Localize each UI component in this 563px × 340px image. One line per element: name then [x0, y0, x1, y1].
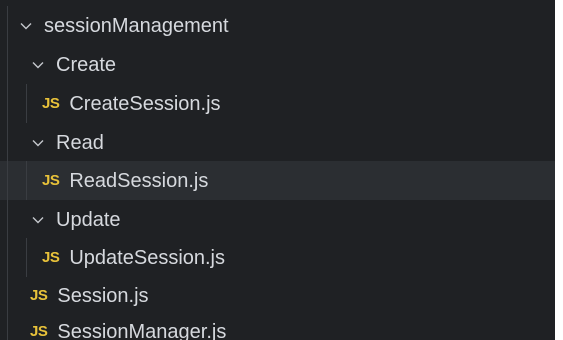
indent-guide: [7, 238, 8, 277]
tree-folder-create[interactable]: Create: [0, 45, 555, 84]
indent-guide: [26, 84, 27, 123]
javascript-file-icon: JS: [30, 287, 48, 304]
tree-item-label: CreateSession.js: [69, 92, 221, 115]
tree-folder-update[interactable]: Update: [0, 200, 555, 239]
tree-item-label: Session.js: [57, 284, 149, 307]
chevron-down-icon[interactable]: [28, 210, 48, 230]
tree-file-readsession[interactable]: JS ReadSession.js: [0, 161, 555, 200]
indent-guide: [7, 200, 8, 239]
tree-folder-read[interactable]: Read: [0, 123, 555, 162]
javascript-file-icon: JS: [30, 323, 48, 340]
tree-file-session[interactable]: JS Session.js: [0, 276, 555, 315]
indent-guide: [7, 276, 8, 315]
tree-folder-sessionmanagement[interactable]: sessionManagement: [0, 6, 555, 45]
tree-file-updatesession[interactable]: JS UpdateSession.js: [0, 238, 555, 277]
indent-guide: [26, 238, 27, 277]
tree-item-label: ReadSession.js: [69, 169, 209, 192]
indent-guide: [7, 123, 8, 162]
tree-item-label: SessionManager.js: [57, 320, 227, 340]
indent-guide: [7, 6, 8, 45]
indent-guide: [7, 312, 8, 340]
javascript-file-icon: JS: [42, 249, 60, 266]
tree-file-createsession[interactable]: JS CreateSession.js: [0, 84, 555, 123]
chevron-down-icon[interactable]: [28, 133, 48, 153]
tree-file-sessionmanager[interactable]: JS SessionManager.js: [0, 312, 555, 340]
tree-item-label: sessionManagement: [44, 14, 229, 37]
tree-item-label: Update: [56, 208, 121, 231]
javascript-file-icon: JS: [42, 95, 60, 112]
indent-guide: [7, 45, 8, 84]
chevron-down-icon[interactable]: [16, 16, 36, 36]
indent-guide: [26, 161, 27, 200]
tree-item-label: Create: [56, 53, 117, 76]
javascript-file-icon: JS: [42, 172, 60, 189]
tree-item-label: Read: [56, 131, 104, 154]
file-explorer-panel: sessionManagement Create JS CreateSessio…: [0, 0, 555, 340]
indent-guide: [7, 84, 8, 123]
chevron-down-icon[interactable]: [28, 55, 48, 75]
indent-guide: [7, 161, 8, 200]
tree-item-label: UpdateSession.js: [69, 246, 226, 269]
